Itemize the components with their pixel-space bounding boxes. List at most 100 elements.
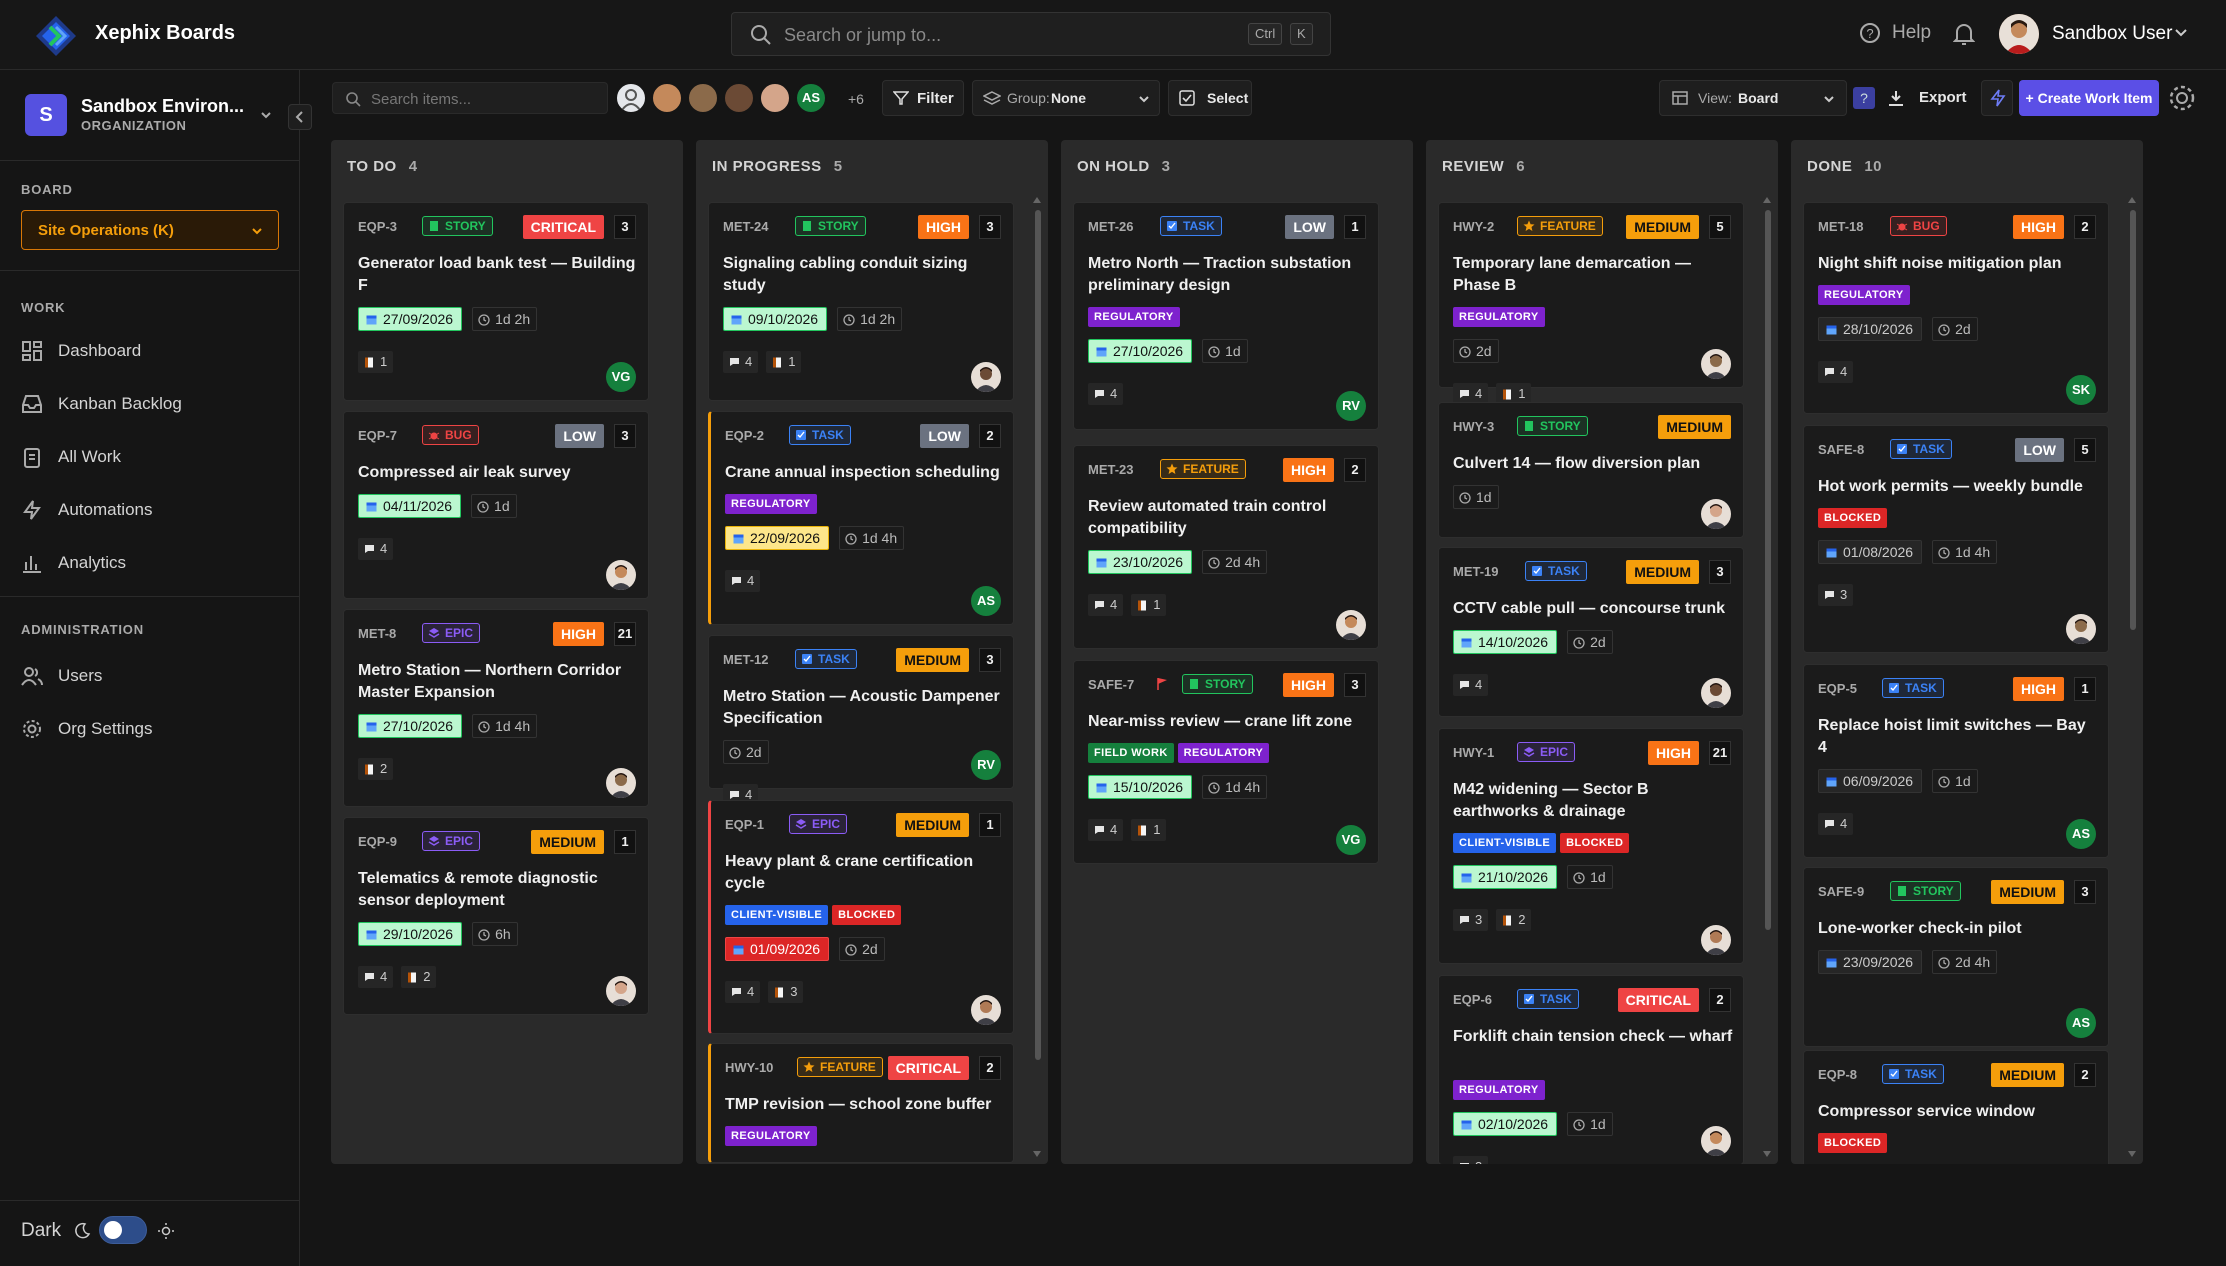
item-id[interactable]: HWY-1 (1453, 745, 1494, 760)
board-settings-gear-icon[interactable] (2166, 82, 2198, 114)
work-item-card[interactable]: HWY-1 EPIC HIGH 21 M42 widening — Sector B e… (1438, 728, 1744, 964)
work-item-card[interactable]: MET-12 TASK MEDIUM 3 Metro Station — Acousti… (708, 635, 1014, 806)
export-button[interactable]: Export (1883, 80, 1975, 116)
due-date[interactable]: 27/10/2026 (358, 714, 463, 738)
work-item-card[interactable]: MET-24 STORY HIGH 3 Signaling cabling condui… (708, 202, 1014, 401)
assignee-avatar[interactable] (606, 768, 636, 798)
item-id[interactable]: HWY-3 (1453, 419, 1494, 434)
item-id[interactable]: MET-24 (723, 219, 769, 234)
assignee-avatar[interactable]: RV (1336, 391, 1366, 421)
column-scrollbar[interactable] (1762, 197, 1772, 1160)
bell-icon[interactable] (1953, 22, 1975, 46)
work-item-card[interactable]: EQP-9 EPIC MEDIUM 1 Telematics & remote diag… (343, 817, 649, 1015)
user-name[interactable]: Sandbox User (2052, 23, 2172, 45)
create-work-item-button[interactable]: + Create Work Item (2019, 80, 2159, 116)
comment-count[interactable]: 4 (1453, 674, 1489, 696)
attachment-count[interactable]: 3 (768, 981, 804, 1003)
work-item-card[interactable]: SAFE-7 STORY HIGH 3 Near-miss review — crane… (1073, 660, 1379, 864)
item-title[interactable]: Night shift noise mitigation plan (1818, 253, 2098, 275)
item-title[interactable]: Metro Station — Northern Corridor Master… (358, 660, 638, 704)
nav-dashboard[interactable]: Dashboard (21, 336, 281, 366)
assignee-avatar[interactable] (1701, 349, 1731, 379)
work-item-card[interactable]: EQP-5 TASK HIGH 1 Replace hoist limit switch… (1803, 664, 2109, 858)
assignee-avatar[interactable] (1701, 499, 1731, 529)
item-id[interactable]: EQP-2 (725, 428, 764, 443)
help-link[interactable]: Help (1892, 22, 1931, 44)
work-item-card[interactable]: MET-26 TASK LOW 1 Metro North — Traction sub… (1073, 202, 1379, 430)
comment-count[interactable]: 4 (1088, 594, 1124, 616)
work-item-card[interactable]: SAFE-9 STORY MEDIUM 3 Lone-worker check-in p… (1803, 867, 2109, 1047)
work-item-card[interactable]: EQP-2 TASK LOW 2 Crane annual inspection sch… (708, 411, 1014, 625)
due-date[interactable]: 27/09/2026 (358, 307, 463, 331)
comment-count[interactable]: 3 (1453, 1156, 1489, 1164)
attachment-count[interactable]: 1 (1131, 594, 1167, 616)
assignee-avatar[interactable]: AS (2066, 819, 2096, 849)
select-button[interactable]: Select (1168, 80, 1252, 116)
attachment-count[interactable]: 1 (1131, 819, 1167, 841)
app-logo-icon[interactable] (34, 14, 78, 58)
filter-button[interactable]: Filter (882, 80, 964, 116)
comment-count[interactable]: 3 (1453, 909, 1489, 931)
item-title[interactable]: Generator load bank test — Building F (358, 253, 638, 297)
item-title[interactable]: M42 widening — Sector B earthworks & dra… (1453, 779, 1733, 823)
due-date[interactable]: 27/10/2026 (1088, 339, 1193, 363)
attachment-count[interactable]: 2 (358, 758, 394, 780)
help-button[interactable]: ? (1853, 87, 1875, 109)
item-id[interactable]: MET-12 (723, 652, 769, 667)
nav-kanban-backlog[interactable]: Kanban Backlog (21, 389, 281, 419)
assignee-avatar[interactable] (1701, 925, 1731, 955)
priority-badge[interactable]: HIGH (1283, 673, 1334, 697)
view-select[interactable]: View: Board (1659, 80, 1847, 116)
comment-count[interactable]: 4 (725, 570, 761, 592)
due-date[interactable]: 23/10/2026 (1088, 550, 1193, 574)
comment-count[interactable]: 4 (725, 981, 761, 1003)
attachment-count[interactable]: 1 (358, 351, 394, 373)
avatar[interactable] (651, 82, 683, 114)
item-id[interactable]: EQP-3 (358, 219, 397, 234)
flag-icon[interactable] (1156, 677, 1168, 691)
due-date[interactable]: 21/10/2026 (1453, 865, 1558, 889)
work-item-card[interactable]: HWY-10 FEATURE CRITICAL 2 TMP revision — sch… (708, 1043, 1014, 1163)
priority-badge[interactable]: CRITICAL (887, 1056, 969, 1080)
assignee-avatar[interactable] (1701, 678, 1731, 708)
item-title[interactable]: Lone-worker check-in pilot (1818, 918, 2098, 940)
priority-badge[interactable]: HIGH (918, 215, 969, 239)
comment-count[interactable]: 4 (358, 966, 394, 988)
due-date[interactable]: 23/09/2026 (1818, 950, 1923, 974)
nav-analytics[interactable]: Analytics (21, 548, 281, 578)
nav-users[interactable]: Users (21, 661, 281, 691)
priority-badge[interactable]: MEDIUM (1626, 560, 1699, 584)
priority-badge[interactable]: MEDIUM (896, 813, 969, 837)
due-date[interactable]: 01/09/2026 (725, 937, 830, 961)
work-item-card[interactable]: MET-23 FEATURE HIGH 2 Review automated train… (1073, 445, 1379, 649)
priority-badge[interactable]: HIGH (1648, 741, 1699, 765)
item-id[interactable]: EQP-5 (1818, 681, 1857, 696)
priority-badge[interactable]: HIGH (2013, 677, 2064, 701)
priority-badge[interactable]: MEDIUM (1991, 1063, 2064, 1087)
priority-badge[interactable]: HIGH (1283, 458, 1334, 482)
comment-count[interactable]: 3 (1818, 584, 1854, 606)
item-title[interactable]: Temporary lane demarcation — Phase B (1453, 253, 1733, 297)
due-date[interactable]: 09/10/2026 (723, 307, 828, 331)
item-id[interactable]: MET-8 (358, 626, 396, 641)
comment-count[interactable]: 4 (1818, 361, 1854, 383)
item-title[interactable]: Crane annual inspection scheduling (725, 462, 1005, 484)
assignee-avatar[interactable] (971, 362, 1001, 392)
work-item-card[interactable]: EQP-1 EPIC MEDIUM 1 Heavy plant & crane cert… (708, 800, 1014, 1034)
item-id[interactable]: MET-19 (1453, 564, 1499, 579)
comment-count[interactable]: 4 (1818, 813, 1854, 835)
work-item-card[interactable]: MET-19 TASK MEDIUM 3 CCTV cable pull — conco… (1438, 547, 1744, 717)
work-item-card[interactable]: MET-8 EPIC HIGH 21 Metro Station — Northern … (343, 609, 649, 807)
column-scrollbar[interactable] (2127, 197, 2137, 1160)
user-avatar[interactable] (1999, 14, 2039, 54)
due-date[interactable]: 14/10/2026 (1453, 630, 1558, 654)
item-id[interactable]: EQP-6 (1453, 992, 1492, 1007)
work-item-card[interactable]: HWY-3 STORY MEDIUM Culvert 14 — flow divers… (1438, 402, 1744, 538)
item-id[interactable]: SAFE-9 (1818, 884, 1864, 899)
item-title[interactable]: Review automated train control compatibi… (1088, 496, 1368, 540)
priority-badge[interactable]: MEDIUM (1991, 880, 2064, 904)
comment-count[interactable]: 4 (723, 351, 759, 373)
avatar[interactable] (687, 82, 719, 114)
items-search-input[interactable]: Search items... (332, 82, 608, 114)
due-date[interactable]: 29/10/2026 (358, 922, 463, 946)
